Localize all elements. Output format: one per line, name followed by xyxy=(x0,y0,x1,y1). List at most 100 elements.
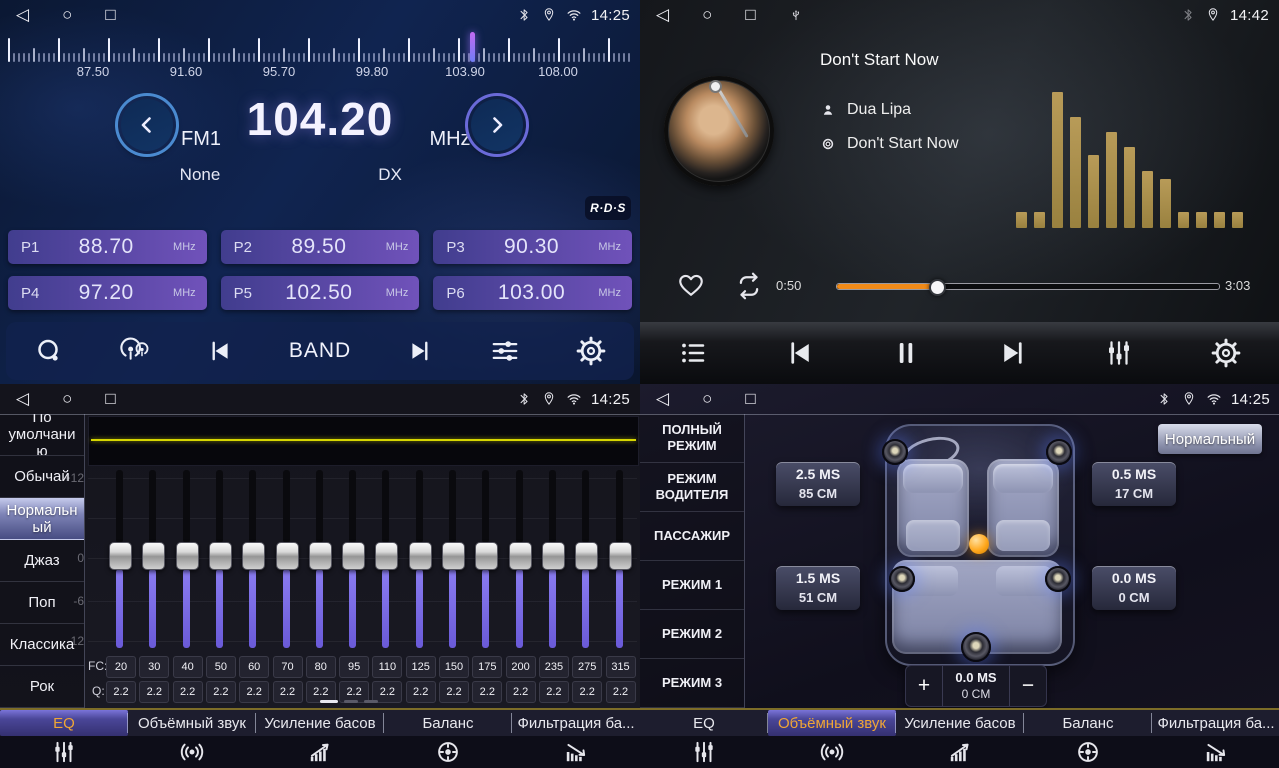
listening-mode-item[interactable]: РЕЖИМ 1 xyxy=(640,561,744,610)
tab-icon-cell[interactable] xyxy=(640,739,768,765)
eq-band-slider[interactable] xyxy=(209,470,231,648)
eq-band-slider[interactable] xyxy=(142,470,164,648)
preset-button-p2[interactable]: P289.50MHz xyxy=(221,230,420,264)
tab-bass[interactable]: Усиление басов xyxy=(896,710,1024,736)
slider-thumb[interactable] xyxy=(409,542,432,570)
audio-settings-icon[interactable] xyxy=(490,336,520,366)
nav-home-icon[interactable]: ○ xyxy=(62,389,72,409)
front-right-speaker[interactable] xyxy=(1046,439,1072,465)
listening-mode-item[interactable]: ПАССАЖИР xyxy=(640,512,744,561)
nav-back-icon[interactable]: ◁ xyxy=(656,389,669,409)
next-station-icon[interactable] xyxy=(407,338,433,364)
pause-icon[interactable] xyxy=(891,338,921,368)
listening-mode-item[interactable]: РЕЖИМ 2 xyxy=(640,610,744,659)
listening-mode-item[interactable]: РЕЖИМ ВОДИТЕЛЯ xyxy=(640,463,744,512)
playlist-icon[interactable] xyxy=(678,338,708,368)
listening-mode-item[interactable]: РЕЖИМ 3 xyxy=(640,659,744,708)
front-right-delay[interactable]: 0.5 MS 17 CM xyxy=(1092,462,1176,506)
slider-thumb[interactable] xyxy=(309,542,332,570)
preset-button-p3[interactable]: P390.30MHz xyxy=(433,230,632,264)
tab-eq[interactable]: EQ xyxy=(640,710,768,736)
eq-band-slider[interactable] xyxy=(609,470,631,648)
nav-back-icon[interactable]: ◁ xyxy=(16,389,29,409)
eq-band-slider[interactable] xyxy=(342,470,364,648)
gear-icon[interactable] xyxy=(1211,338,1241,368)
slider-thumb[interactable] xyxy=(109,542,132,570)
preset-button-p4[interactable]: P497.20MHz xyxy=(8,276,207,310)
slider-thumb[interactable] xyxy=(475,542,498,570)
nav-home-icon[interactable]: ○ xyxy=(62,5,72,25)
slider-thumb[interactable] xyxy=(509,542,532,570)
eq-preset-item[interactable]: Джаз xyxy=(0,540,84,582)
eq-preset-item[interactable]: Классика xyxy=(0,624,84,666)
gear-icon[interactable] xyxy=(576,336,606,366)
preset-button-p5[interactable]: P5102.50MHz xyxy=(221,276,420,310)
eq-band-slider[interactable] xyxy=(575,470,597,648)
front-left-delay[interactable]: 2.5 MS 85 CM xyxy=(776,462,860,506)
slider-thumb[interactable] xyxy=(609,542,632,570)
tab-surround[interactable]: Объёмный звук xyxy=(128,710,256,736)
nav-recents-icon[interactable]: □ xyxy=(105,5,115,25)
next-track-icon[interactable] xyxy=(998,338,1028,368)
slider-thumb[interactable] xyxy=(142,542,165,570)
eq-band-slider[interactable] xyxy=(176,470,198,648)
rear-right-speaker[interactable] xyxy=(1045,566,1071,592)
slider-thumb[interactable] xyxy=(176,542,199,570)
slider-thumb[interactable] xyxy=(276,542,299,570)
eq-band-slider[interactable] xyxy=(109,470,131,648)
scan-icon[interactable] xyxy=(34,336,64,366)
slider-thumb[interactable] xyxy=(342,542,365,570)
eq-band-slider[interactable] xyxy=(542,470,564,648)
eq-band-slider[interactable] xyxy=(475,470,497,648)
tab-filter[interactable]: Фильтрация ба... xyxy=(1152,710,1279,736)
tab-icon-cell[interactable] xyxy=(512,739,640,765)
nav-home-icon[interactable]: ○ xyxy=(702,5,712,25)
listening-position-ball[interactable] xyxy=(969,534,989,554)
tab-icon-cell[interactable] xyxy=(384,739,512,765)
repeat-icon[interactable] xyxy=(734,271,764,301)
eq-preset-item[interactable]: Обычай xyxy=(0,456,84,498)
progress-thumb[interactable] xyxy=(929,279,946,296)
tab-icon-cell[interactable] xyxy=(768,739,896,765)
preset-button-p6[interactable]: P6103.00MHz xyxy=(433,276,632,310)
tab-icon-cell[interactable] xyxy=(256,739,384,765)
nav-recents-icon[interactable]: □ xyxy=(745,389,755,409)
eq-band-slider[interactable] xyxy=(409,470,431,648)
delay-plus-button[interactable]: + xyxy=(906,666,942,706)
nav-recents-icon[interactable]: □ xyxy=(745,5,755,25)
eq-band-slider[interactable] xyxy=(375,470,397,648)
profile-button[interactable]: Нормальный xyxy=(1158,424,1262,454)
rear-left-speaker[interactable] xyxy=(889,566,915,592)
rear-left-delay[interactable]: 1.5 MS 51 CM xyxy=(776,566,860,610)
tab-icon-cell[interactable] xyxy=(1024,739,1152,765)
band-button[interactable]: BAND xyxy=(289,339,351,363)
slider-thumb[interactable] xyxy=(209,542,232,570)
tab-balance[interactable]: Баланс xyxy=(384,710,512,736)
tune-down-button[interactable] xyxy=(118,96,176,154)
slider-thumb[interactable] xyxy=(375,542,398,570)
eq-band-slider[interactable] xyxy=(309,470,331,648)
favorite-icon[interactable] xyxy=(676,270,706,300)
nav-back-icon[interactable]: ◁ xyxy=(16,5,29,25)
front-left-speaker[interactable] xyxy=(882,439,908,465)
nav-back-icon[interactable]: ◁ xyxy=(656,5,669,25)
frequency-dial[interactable] xyxy=(8,34,632,62)
tab-bass[interactable]: Усиление басов xyxy=(256,710,384,736)
slider-thumb[interactable] xyxy=(242,542,265,570)
tab-balance[interactable]: Баланс xyxy=(1024,710,1152,736)
eq-preset-item[interactable]: Поп xyxy=(0,582,84,624)
tab-eq[interactable]: EQ xyxy=(0,710,128,736)
slider-thumb[interactable] xyxy=(442,542,465,570)
tab-icon-cell[interactable] xyxy=(0,739,128,765)
eq-preset-item[interactable]: Нормальный xyxy=(0,498,84,540)
subwoofer-speaker[interactable] xyxy=(961,632,991,662)
nav-home-icon[interactable]: ○ xyxy=(702,389,712,409)
eq-band-slider[interactable] xyxy=(509,470,531,648)
equalizer-icon[interactable] xyxy=(1104,338,1134,368)
rear-right-delay[interactable]: 0.0 MS 0 CM xyxy=(1092,566,1176,610)
previous-station-icon[interactable] xyxy=(207,338,233,364)
tab-icon-cell[interactable] xyxy=(1152,739,1279,765)
tab-surround[interactable]: Объёмный звук xyxy=(768,710,896,736)
slider-thumb[interactable] xyxy=(542,542,565,570)
eq-band-slider[interactable] xyxy=(442,470,464,648)
